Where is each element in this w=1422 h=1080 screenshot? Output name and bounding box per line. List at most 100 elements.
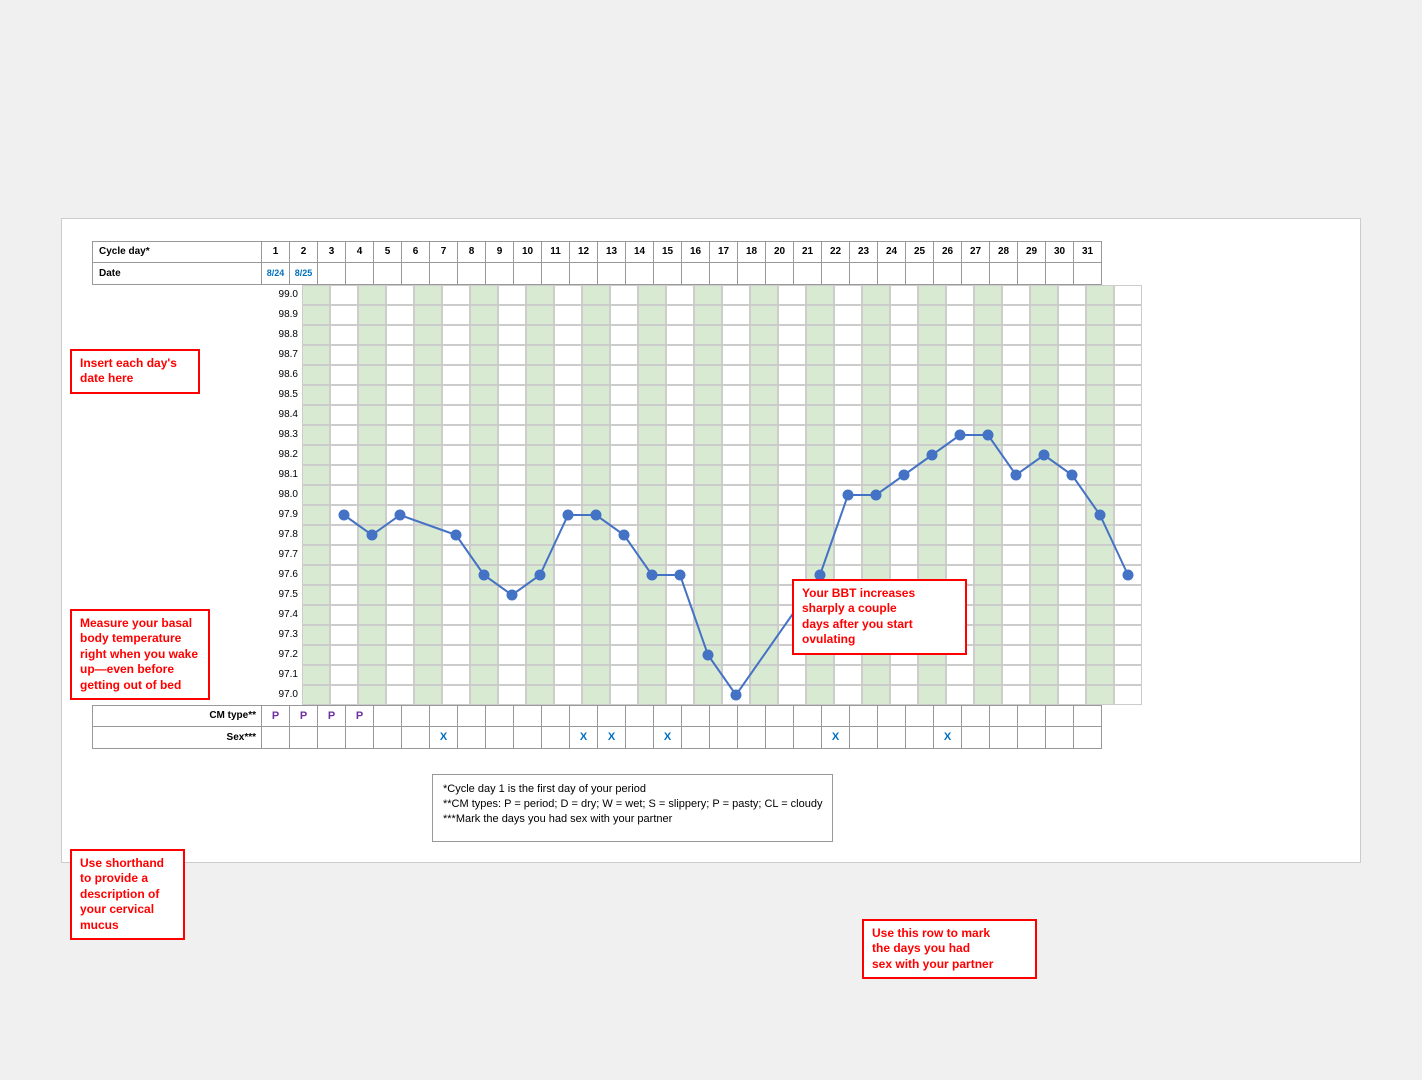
grid-cell xyxy=(918,545,946,565)
grid-cell xyxy=(330,485,358,505)
grid-cell xyxy=(638,525,666,545)
grid-cell xyxy=(1114,425,1142,445)
grid-cell xyxy=(1002,585,1030,605)
grid-cell xyxy=(442,685,470,705)
grid-cell xyxy=(918,365,946,385)
grid-cell xyxy=(1086,625,1114,645)
grid-cell xyxy=(666,685,694,705)
grid-cell xyxy=(862,545,890,565)
grid-cell xyxy=(526,565,554,585)
grid-cell xyxy=(1030,605,1058,625)
cycle-day-cell: 28 xyxy=(990,241,1018,263)
grid-cell xyxy=(470,665,498,685)
grid-cell xyxy=(582,645,610,665)
grid-cell xyxy=(1114,485,1142,505)
grid-cell xyxy=(694,505,722,525)
grid-cell xyxy=(386,325,414,345)
sex-cell xyxy=(766,727,794,749)
cm-cell xyxy=(1018,705,1046,727)
footnote-3: ***Mark the days you had sex with your p… xyxy=(443,813,822,825)
grid-cell xyxy=(1002,625,1030,645)
cycle-day-cell: 17 xyxy=(710,241,738,263)
grid-cell xyxy=(722,385,750,405)
grid-cell xyxy=(582,565,610,585)
grid-cell xyxy=(1086,665,1114,685)
grid-cell xyxy=(1114,345,1142,365)
grid-cell xyxy=(1058,465,1086,485)
grid-row xyxy=(302,485,1142,505)
grid-cell xyxy=(526,465,554,485)
grid-cell xyxy=(330,345,358,365)
main-container: Insert each day'sdate here Measure your … xyxy=(61,218,1361,863)
grid-cell xyxy=(778,365,806,385)
grid-cell xyxy=(1030,585,1058,605)
grid-cell xyxy=(1002,685,1030,705)
grid-cell xyxy=(834,505,862,525)
sex-cell xyxy=(514,727,542,749)
grid-cell xyxy=(330,605,358,625)
grid-cell xyxy=(806,325,834,345)
grid-cell xyxy=(694,405,722,425)
grid-cell xyxy=(302,565,330,585)
grid-cell xyxy=(890,405,918,425)
grid-cell xyxy=(862,665,890,685)
grid-cell xyxy=(974,565,1002,585)
date-cell xyxy=(430,263,458,285)
cm-cell xyxy=(1046,705,1074,727)
date-cell xyxy=(1046,263,1074,285)
sex-cell xyxy=(710,727,738,749)
grid-cell xyxy=(358,425,386,445)
grid-cell xyxy=(1086,345,1114,365)
grid-cell xyxy=(1086,465,1114,485)
grid-cell xyxy=(722,565,750,585)
grid-cell xyxy=(386,345,414,365)
grid-cell xyxy=(946,325,974,345)
grid-cell xyxy=(778,325,806,345)
grid-cell xyxy=(750,285,778,305)
grid-cell xyxy=(526,525,554,545)
cycle-day-cell: 14 xyxy=(626,241,654,263)
grid-cell xyxy=(722,625,750,645)
date-cell xyxy=(766,263,794,285)
sex-cell xyxy=(318,727,346,749)
grid-cell xyxy=(834,285,862,305)
grid-cell xyxy=(1086,325,1114,345)
grid-cell xyxy=(694,285,722,305)
grid-cell xyxy=(470,385,498,405)
grid-cell xyxy=(722,485,750,505)
grid-cell xyxy=(722,465,750,485)
grid-cell xyxy=(302,585,330,605)
grid-cell xyxy=(610,565,638,585)
grid-cell xyxy=(750,645,778,665)
grid-cell xyxy=(302,525,330,545)
grid-cell xyxy=(498,285,526,305)
grid-cell xyxy=(778,425,806,445)
grid-cell xyxy=(358,565,386,585)
grid-cell xyxy=(442,485,470,505)
grid-cell xyxy=(386,285,414,305)
grid-cell xyxy=(442,465,470,485)
cycle-day-cell: 26 xyxy=(934,241,962,263)
grid-cell xyxy=(834,305,862,325)
grid-cell xyxy=(806,685,834,705)
grid-cell xyxy=(638,305,666,325)
grid-cell xyxy=(918,285,946,305)
grid-row xyxy=(302,645,1142,665)
grid-cell xyxy=(386,545,414,565)
grid-cell xyxy=(330,365,358,385)
grid-cell xyxy=(974,345,1002,365)
date-cell xyxy=(822,263,850,285)
y-tick: 98.6 xyxy=(262,365,302,385)
cm-cells: PPPP xyxy=(262,705,1102,727)
grid-cell xyxy=(386,685,414,705)
grid-cell xyxy=(610,445,638,465)
grid-cell xyxy=(694,465,722,485)
grid-cell xyxy=(862,385,890,405)
grid-cell xyxy=(470,545,498,565)
grid-cell xyxy=(1030,645,1058,665)
grid-cell xyxy=(302,545,330,565)
grid-cell xyxy=(1002,465,1030,485)
grid-cell xyxy=(750,625,778,645)
grid-cell xyxy=(498,325,526,345)
sex-cell: X xyxy=(654,727,682,749)
